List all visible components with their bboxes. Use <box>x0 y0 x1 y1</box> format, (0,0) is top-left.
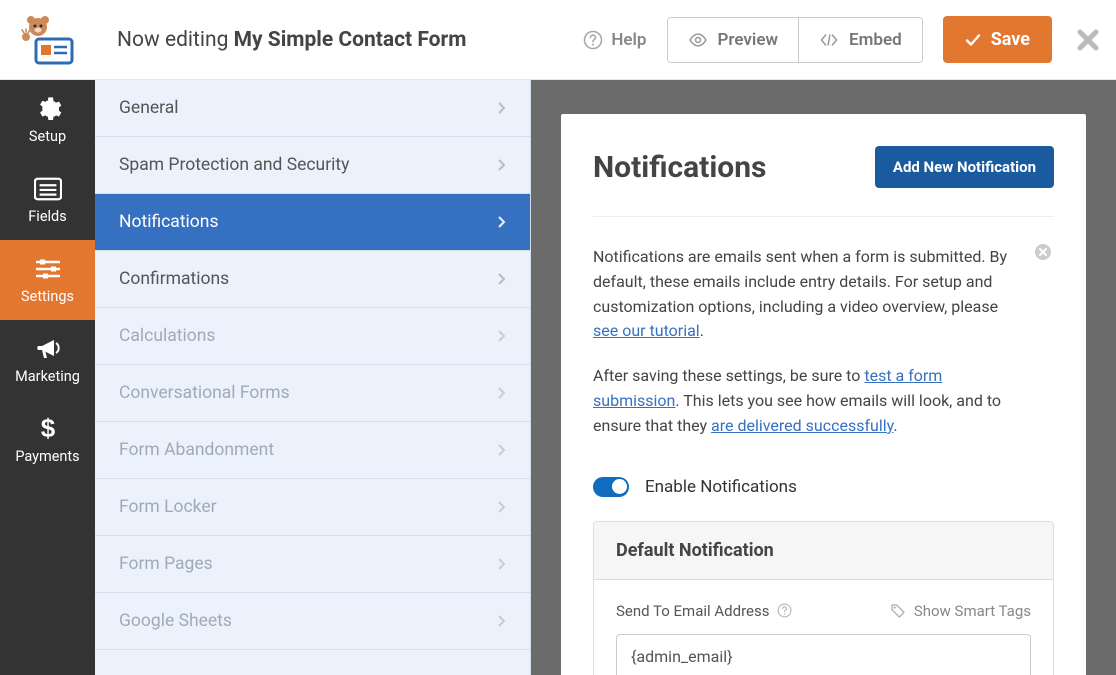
topbar: Now editing My Simple Contact Form Help … <box>0 0 1116 80</box>
preview-embed-group: Preview Embed <box>667 17 923 63</box>
chevron-right-icon <box>497 557 506 571</box>
subnav-abandonment[interactable]: Form Abandonment <box>95 422 530 479</box>
bullhorn-icon <box>34 336 62 362</box>
subnav-item-label: Spam Protection and Security <box>119 155 349 175</box>
chevron-right-icon <box>497 329 506 343</box>
chevron-right-icon <box>497 500 506 514</box>
code-icon <box>819 30 839 50</box>
close-button[interactable] <box>1076 28 1100 52</box>
notifications-panel: Notifications Add New Notification Notif… <box>561 114 1086 675</box>
show-smart-tags[interactable]: Show Smart Tags <box>890 602 1031 620</box>
embed-label: Embed <box>849 30 902 50</box>
delivery-link[interactable]: are delivered successfully <box>711 416 893 435</box>
subnav-item-label: Form Abandonment <box>119 440 274 460</box>
help-label: Help <box>611 30 646 50</box>
tutorial-link[interactable]: see our tutorial <box>593 321 700 340</box>
save-label: Save <box>991 29 1030 50</box>
rail-marketing[interactable]: Marketing <box>0 320 95 400</box>
dismiss-intro-button[interactable] <box>1034 243 1054 263</box>
enable-row: Enable Notifications <box>593 439 1054 521</box>
chevron-right-icon <box>497 272 506 286</box>
preview-button[interactable]: Preview <box>668 18 799 62</box>
subnav-item-label: Notifications <box>119 212 218 232</box>
tag-icon <box>890 603 906 619</box>
subnav-item-label: Conversational Forms <box>119 383 290 403</box>
check-icon <box>965 32 981 48</box>
subnav-calculations[interactable]: Calculations <box>95 308 530 365</box>
subnav-item-label: General <box>119 98 179 118</box>
subnav-item-label: Confirmations <box>119 269 229 289</box>
subnav-confirmations[interactable]: Confirmations <box>95 251 530 308</box>
settings-subnav: General Spam Protection and Security Not… <box>95 80 531 675</box>
page-title: Now editing My Simple Contact Form <box>95 28 563 52</box>
app-logo <box>0 0 95 80</box>
subnav-item-label: Form Pages <box>119 554 213 574</box>
notification-card: Default Notification Send To Email Addre… <box>593 521 1054 675</box>
chevron-right-icon <box>497 215 506 229</box>
send-to-input[interactable] <box>616 634 1031 675</box>
intro-block: Notifications are emails sent when a for… <box>593 217 1054 439</box>
subnav-item-label: Google Sheets <box>119 611 232 631</box>
intro-text: After saving these settings, be sure to <box>593 366 864 385</box>
sliders-icon <box>34 256 62 282</box>
preview-label: Preview <box>718 30 779 50</box>
editing-prefix: Now editing <box>117 28 234 52</box>
intro-paragraph-1: Notifications are emails sent when a for… <box>593 245 1014 344</box>
rail-setup-label: Setup <box>29 128 66 145</box>
close-circle-icon <box>1034 243 1052 261</box>
list-icon <box>34 176 62 202</box>
rail-settings[interactable]: Settings <box>0 240 95 320</box>
add-notification-button[interactable]: Add New Notification <box>875 146 1054 188</box>
embed-button[interactable]: Embed <box>798 18 922 62</box>
rail-setup[interactable]: Setup <box>0 80 95 160</box>
chevron-right-icon <box>497 443 506 457</box>
close-icon <box>1076 28 1100 52</box>
chevron-right-icon <box>497 101 506 115</box>
form-name: My Simple Contact Form <box>234 28 467 52</box>
main-rail: Setup Fields <box>0 80 95 675</box>
subnav-conversational[interactable]: Conversational Forms <box>95 365 530 422</box>
help-icon[interactable] <box>777 603 792 618</box>
svg-text:$: $ <box>40 415 55 443</box>
smart-tags-label: Show Smart Tags <box>914 602 1031 620</box>
main-area: Notifications Add New Notification Notif… <box>531 80 1116 675</box>
enable-notifications-toggle[interactable] <box>593 477 629 497</box>
rail-payments[interactable]: $ Payments <box>0 400 95 480</box>
chevron-right-icon <box>497 386 506 400</box>
subnav-form-pages[interactable]: Form Pages <box>95 536 530 593</box>
subnav-google-sheets[interactable]: Google Sheets <box>95 593 530 650</box>
intro-text: . <box>893 416 897 435</box>
send-to-label: Send To Email Address <box>616 602 792 620</box>
intro-text: Notifications are emails sent when a for… <box>593 247 1007 316</box>
subnav-locker[interactable]: Form Locker <box>95 479 530 536</box>
subnav-spam[interactable]: Spam Protection and Security <box>95 137 530 194</box>
notification-card-title: Default Notification <box>594 522 1053 580</box>
subnav-notifications[interactable]: Notifications <box>95 194 530 251</box>
rail-fields-label: Fields <box>28 208 66 225</box>
intro-paragraph-2: After saving these settings, be sure to … <box>593 364 1014 438</box>
gear-icon <box>34 96 62 122</box>
save-button[interactable]: Save <box>943 16 1052 63</box>
enable-label: Enable Notifications <box>645 477 797 497</box>
rail-marketing-label: Marketing <box>15 368 80 385</box>
subnav-item-label: Form Locker <box>119 497 217 517</box>
chevron-right-icon <box>497 614 506 628</box>
panel-title: Notifications <box>593 150 766 185</box>
subnav-general[interactable]: General <box>95 80 530 137</box>
rail-settings-label: Settings <box>21 288 74 305</box>
help-button[interactable]: Help <box>563 30 666 50</box>
rail-fields[interactable]: Fields <box>0 160 95 240</box>
rail-payments-label: Payments <box>15 448 79 465</box>
intro-text: . <box>700 321 704 340</box>
help-icon <box>583 30 603 50</box>
chevron-right-icon <box>497 158 506 172</box>
subnav-item-label: Calculations <box>119 326 215 346</box>
dollar-icon: $ <box>34 416 62 442</box>
eye-icon <box>688 30 708 50</box>
